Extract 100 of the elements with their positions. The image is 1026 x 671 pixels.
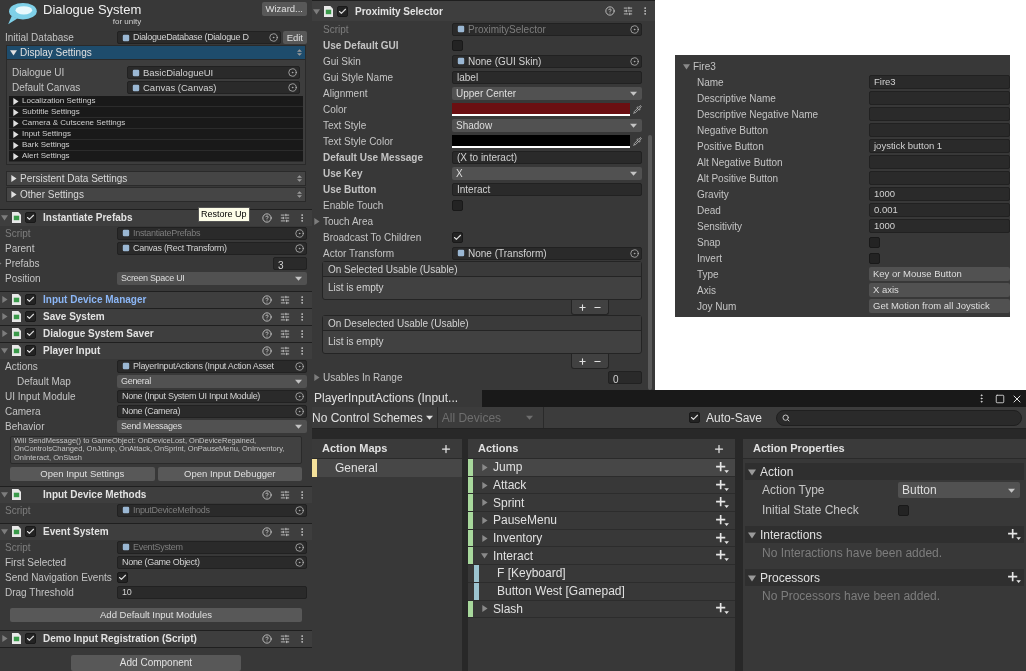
window-tab[interactable]: PlayerInputActions (Input... [312, 390, 482, 407]
object-picker-icon[interactable] [295, 229, 304, 238]
checkbox[interactable] [337, 5, 348, 17]
object-picker-icon[interactable] [295, 558, 304, 567]
control-schemes-dropdown[interactable]: No Control Schemes [312, 407, 437, 428]
object-field[interactable]: BasicDialogueUI [127, 66, 300, 80]
object-field[interactable]: None (Camera) [117, 405, 307, 418]
text-field[interactable]: (X to interact) [452, 150, 642, 164]
add-dropdown-icon[interactable] [716, 550, 729, 562]
color-field[interactable] [452, 134, 630, 148]
count-field[interactable]: 3 [273, 257, 307, 270]
object-field[interactable]: ProximitySelector [452, 22, 642, 36]
scrollbar[interactable] [648, 135, 652, 390]
action-item[interactable]: Slash [468, 600, 735, 619]
add-icon[interactable] [440, 442, 452, 455]
binding-item[interactable]: Button West [Gamepad] [468, 582, 735, 601]
text-field[interactable] [869, 171, 1010, 185]
checkbox[interactable] [25, 294, 36, 306]
object-picker-icon[interactable] [630, 248, 639, 258]
expand-arrow-icon[interactable] [10, 175, 17, 183]
color-field[interactable] [452, 102, 630, 116]
preset-icon[interactable] [280, 490, 290, 500]
help-icon[interactable] [262, 527, 272, 537]
action-item[interactable]: PauseMenu [468, 512, 735, 530]
foldout-label[interactable]: Touch Area [323, 213, 374, 229]
text-field[interactable] [869, 107, 1010, 121]
expand-arrow-icon[interactable] [12, 130, 19, 138]
object-field[interactable]: None (GUI Skin) [452, 54, 642, 68]
expand-arrow-icon[interactable] [12, 108, 19, 116]
help-icon[interactable] [605, 6, 615, 16]
object-picker-icon[interactable] [288, 83, 297, 93]
action-button[interactable]: Add Default Input Modules [10, 608, 302, 622]
dropdown[interactable]: Upper Center [452, 86, 642, 100]
object-picker-icon[interactable] [268, 33, 278, 43]
help-icon[interactable] [262, 312, 272, 322]
object-picker-icon[interactable] [630, 56, 639, 66]
text-field[interactable]: label [452, 70, 642, 84]
object-picker-icon[interactable] [288, 68, 297, 78]
axis-title[interactable]: Fire3 [693, 59, 716, 74]
text-field[interactable] [869, 123, 1010, 137]
action-item[interactable]: Sprint [468, 494, 735, 513]
help-icon[interactable] [262, 295, 272, 305]
expand-arrow-icon[interactable] [12, 97, 19, 105]
component-header[interactable]: Instantiate Prefabs Restore Up [0, 209, 312, 226]
expand-arrow-icon[interactable] [10, 49, 17, 57]
add-dropdown-icon[interactable] [716, 461, 729, 473]
checkbox[interactable] [898, 504, 909, 516]
component-header[interactable]: Input Device Manager [0, 291, 312, 308]
action-map-item[interactable]: General [312, 459, 462, 477]
subsection-header[interactable]: Bark Settings [9, 140, 303, 152]
checkbox[interactable] [25, 526, 36, 538]
object-picker-icon[interactable] [295, 362, 304, 371]
dropdown[interactable]: Get Motion from all Joystick [869, 299, 1010, 313]
subsection-header[interactable]: Input Settings [9, 129, 303, 141]
dropdown[interactable]: Key or Mouse Button [869, 267, 1010, 281]
subsection-header[interactable]: Camera & Cutscene Settings [9, 118, 303, 130]
object-picker-icon[interactable] [295, 392, 304, 401]
text-field[interactable]: Interact [452, 182, 642, 196]
component-header[interactable]: Demo Input Registration (Script) [0, 630, 312, 647]
checkbox[interactable] [117, 572, 128, 583]
subsection-header[interactable]: Localization Settings [9, 96, 303, 108]
search-field[interactable] [776, 409, 1022, 426]
text-field[interactable]: 1000 [869, 187, 1010, 201]
foldout-label[interactable]: Usables In Range [323, 369, 403, 385]
subsection-header[interactable]: Subtitle Settings [9, 107, 303, 119]
checkbox[interactable] [869, 252, 880, 264]
object-field[interactable]: None (Input System UI Input Module) [117, 390, 307, 403]
dropdown[interactable]: Button [898, 482, 1020, 498]
checkbox[interactable] [25, 633, 36, 645]
object-picker-icon[interactable] [295, 407, 304, 416]
component-header[interactable]: Input Device Methods [0, 486, 312, 503]
section-header[interactable]: Processors [745, 569, 1024, 586]
checkbox[interactable] [25, 328, 36, 340]
checkbox[interactable] [869, 236, 880, 248]
section-header[interactable]: Action [745, 463, 1024, 480]
eyedropper-icon[interactable] [633, 136, 642, 146]
eyedropper-icon[interactable] [633, 104, 642, 114]
subsection-header[interactable]: Alert Settings [9, 151, 303, 163]
add-icon[interactable] [578, 356, 587, 366]
object-picker-icon[interactable] [295, 543, 304, 552]
section-header[interactable]: Persistent Data Settings [6, 171, 306, 187]
text-field[interactable]: 1000 [869, 219, 1010, 233]
section-header[interactable]: Other Settings [6, 187, 306, 203]
help-icon[interactable] [262, 634, 272, 644]
preset-icon[interactable] [280, 634, 290, 644]
binding-item[interactable]: F [Keyboard] [468, 565, 735, 583]
edit-button[interactable]: Edit [282, 31, 307, 45]
object-picker-icon[interactable] [295, 244, 304, 253]
object-field[interactable]: DialogueDatabase (Dialogue D [117, 31, 281, 45]
add-icon[interactable] [713, 442, 725, 455]
object-picker-icon[interactable] [295, 506, 304, 515]
dropdown[interactable]: Shadow [452, 118, 642, 132]
object-field[interactable]: PlayerInputActions (Input Action Asset [117, 360, 307, 373]
expand-arrow-icon[interactable] [10, 191, 17, 199]
text-field[interactable]: joystick button 1 [869, 139, 1010, 153]
dropdown[interactable]: X axis [869, 283, 1010, 297]
action-item[interactable]: Inventory [468, 529, 735, 548]
text-field[interactable]: Fire3 [869, 75, 1010, 89]
object-field[interactable]: InstantiatePrefabs [117, 227, 307, 240]
add-dropdown-icon[interactable] [716, 603, 729, 615]
